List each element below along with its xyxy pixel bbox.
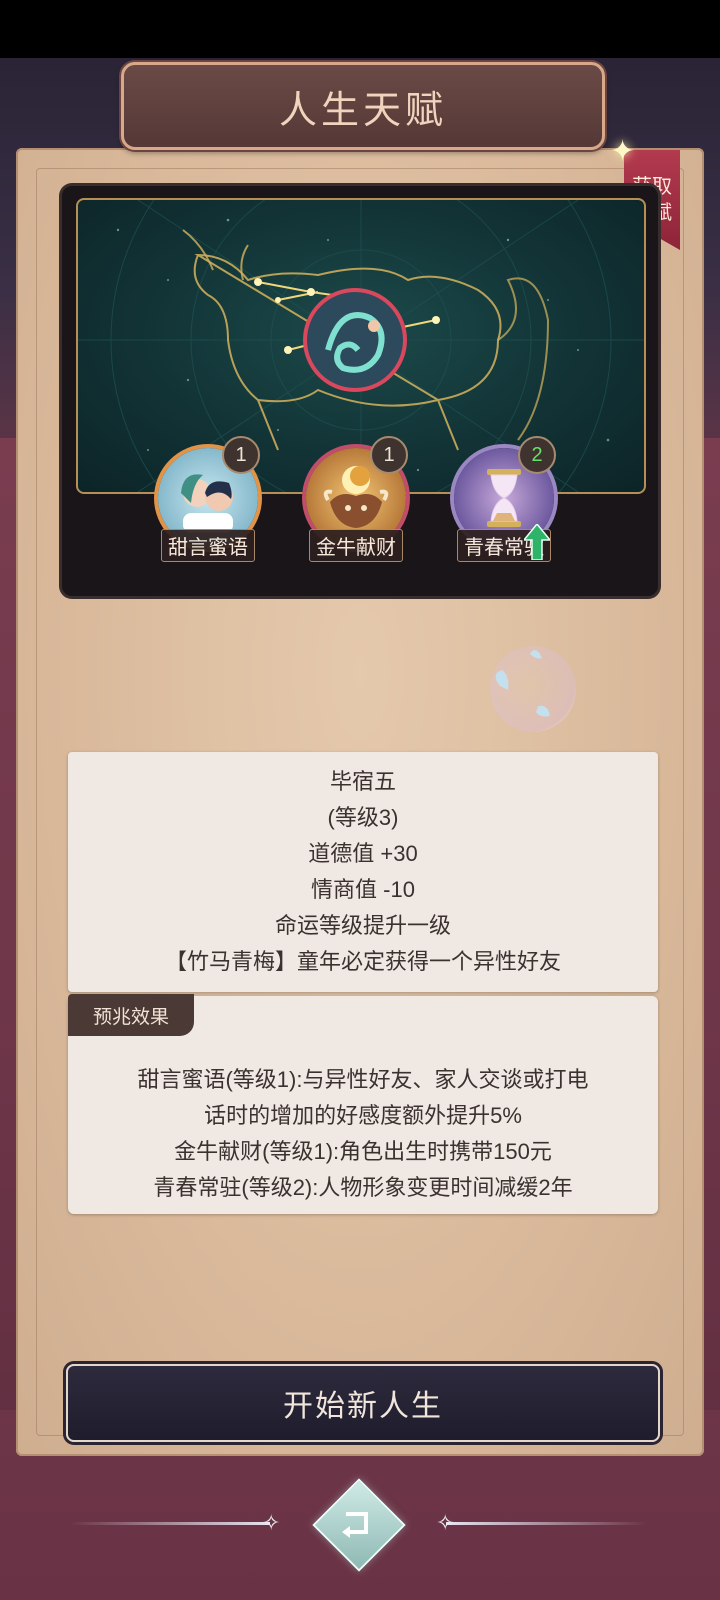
omen-tag: 预兆效果 — [68, 994, 194, 1036]
omen-line: 青春常驻(等级2):人物形象变更时间减缓2年 — [153, 1175, 573, 1200]
start-new-life-button[interactable]: 开始新人生 — [66, 1364, 660, 1442]
start-button-label: 开始新人生 — [283, 1390, 443, 1423]
sparkle-left-icon: ✧ — [262, 1510, 281, 1535]
talent-sweet-talk[interactable]: 1 甜言蜜语 — [158, 436, 260, 562]
hourglass-icon — [487, 469, 521, 527]
effect-line: 【竹马青梅】童年必定获得一个异性好友 — [164, 949, 561, 974]
talent-level-badge: 1 — [222, 436, 260, 474]
talent-level-badge: 1 — [370, 436, 408, 474]
talent-info-card: 毕宿五 (等级3) 道德值 +30 情商值 -10 命运等级提升一级 【竹马青梅… — [68, 752, 658, 992]
talent-level-badge: 2 — [518, 436, 556, 474]
page-title: 人生天赋 — [278, 89, 447, 132]
back-arrow-icon — [340, 1504, 374, 1542]
omen-line: 话时的增加的好感度额外提升5% — [204, 1103, 522, 1128]
talent-golden-bull[interactable]: 1 金牛献财 — [306, 436, 408, 562]
omen-line: 金牛献财(等级1):角色出生时携带150元 — [174, 1139, 552, 1164]
talent-eternal-youth[interactable]: 2 青春常驻 — [454, 436, 556, 562]
omen-line: 甜言蜜语(等级1):与异性好友、家人交谈或打电 — [137, 1067, 589, 1092]
upgrade-arrow-icon — [524, 524, 550, 560]
talent-label: 甜言蜜语 — [161, 529, 255, 562]
status-bar — [0, 0, 720, 58]
sparkle-star-icon: ✦ — [610, 135, 636, 168]
divider-right — [446, 1522, 646, 1525]
couple-icon — [181, 474, 233, 533]
effect-line: 道德值 +30 — [308, 841, 418, 866]
talent-label: 金牛献财 — [309, 529, 403, 562]
constellation-frame: 1 甜言蜜语 1 金牛献财 2 青春常驻 — [62, 186, 658, 596]
effect-line: 命运等级提升一级 — [274, 913, 451, 938]
title-plaque: 人生天赋 — [121, 62, 605, 150]
constellation-name: 毕宿五 — [329, 769, 396, 794]
butterfly-bubble-icon — [490, 646, 576, 732]
divider-left — [70, 1522, 270, 1525]
effect-line: 情商值 -10 — [311, 877, 415, 902]
butterfly-icon — [495, 650, 550, 717]
golden-bull-icon — [323, 466, 389, 528]
omen-effect-card: 预兆效果 甜言蜜语(等级1):与异性好友、家人交谈或打电 话时的增加的好感度额外… — [68, 994, 658, 1214]
constellation-level: (等级3) — [327, 805, 399, 830]
sparkle-right-icon: ✧ — [436, 1510, 455, 1535]
